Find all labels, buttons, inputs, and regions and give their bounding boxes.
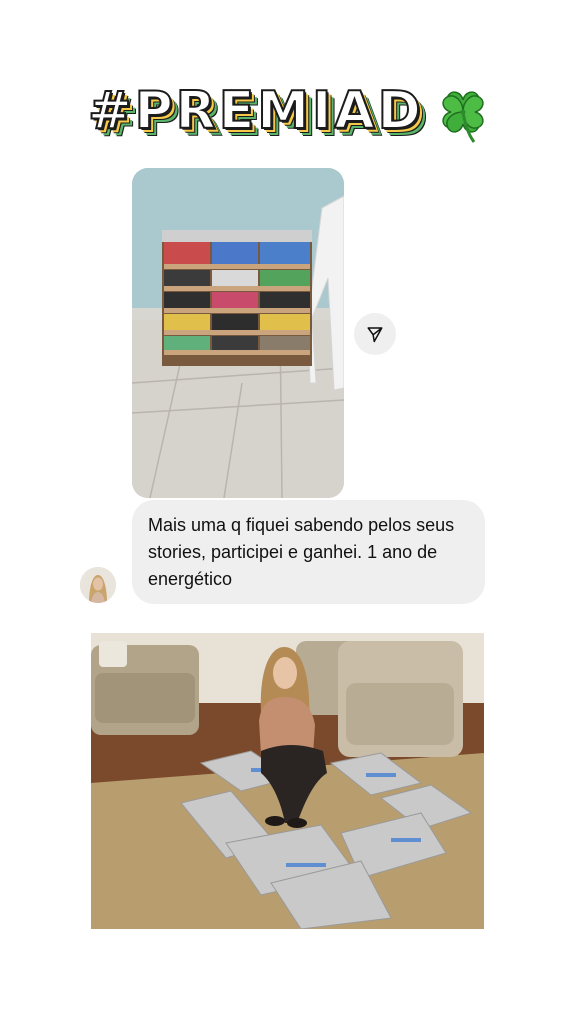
bottom-photo [91, 633, 484, 929]
photo-message[interactable] [132, 168, 344, 498]
winner-photo [91, 633, 484, 929]
send-paper-plane-icon [367, 327, 383, 343]
cans-stack-photo [132, 168, 344, 498]
user-avatar-icon [80, 567, 116, 603]
text-message-bubble: Mais uma q fiquei sabendo pelos seus sto… [132, 500, 485, 604]
premiado-sticker: #PREMIAD [86, 78, 496, 144]
avatar[interactable] [80, 567, 116, 603]
share-button[interactable] [354, 313, 396, 355]
sticker-title: #PREMIAD [87, 81, 424, 141]
message-text: Mais uma q fiquei sabendo pelos seus sto… [148, 515, 455, 589]
four-leaf-clover-icon [442, 91, 484, 143]
